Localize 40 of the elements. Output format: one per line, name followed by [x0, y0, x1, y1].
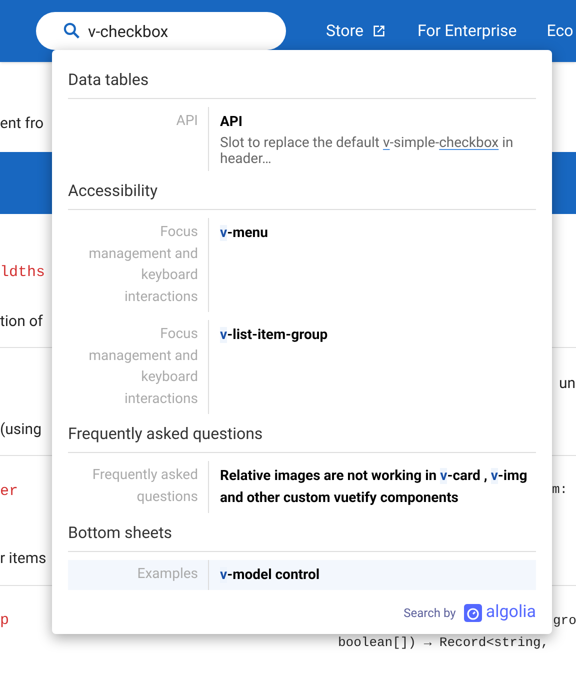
result-category: Focus management and keyboard interactions [88, 223, 199, 306]
code-text: m: [552, 482, 568, 497]
result-snippet: Slot to replace the default v-simple-checkbox in header… [220, 135, 514, 167]
page-text: r items [0, 549, 46, 567]
result-item[interactable]: Frequently asked questions Relative images are not working in v-card , v-img and other custom vuetify components [68, 461, 536, 513]
nav-link[interactable]: Eco [546, 19, 574, 43]
code-text: gro [553, 613, 576, 628]
nav-link[interactable]: Store [326, 19, 388, 43]
algolia-logo-link[interactable]: algolia [464, 600, 536, 626]
external-link-icon [371, 23, 388, 39]
code-text: boolean[]) → Record<string, [338, 635, 549, 650]
result-title: v-menu [220, 224, 269, 243]
search-icon [62, 21, 82, 41]
code-text: er [0, 483, 18, 500]
result-title: Relative images are not working in v-card , v-img and other custom vuetify components [220, 467, 528, 508]
result-category: Examples [136, 565, 199, 584]
result-category: Frequently asked questions [91, 466, 199, 506]
result-category: API [175, 112, 199, 131]
code-text: p [0, 612, 10, 629]
result-title: v-list-item-group [220, 326, 329, 345]
search-field[interactable]: v-checkbox [36, 12, 286, 50]
result-title: API [220, 113, 244, 132]
search-by-label: Search by [404, 604, 456, 622]
stopwatch-icon [464, 604, 482, 622]
section-heading: Frequently asked questions [68, 422, 536, 453]
section-heading: Accessibility [68, 179, 536, 210]
result-item[interactable]: Focus management and keyboard interactions v-list-item-group [68, 320, 536, 414]
section-heading: Bottom sheets [68, 521, 536, 552]
result-category: Focus management and keyboard interactions [88, 325, 199, 408]
page-text: tion of [0, 312, 43, 330]
page-text: (using [0, 420, 42, 438]
page-text: un [559, 374, 576, 392]
result-item[interactable]: API API Slot to replace the default v-simple-checkbox in header… [68, 107, 536, 171]
result-title: v-model control [220, 566, 321, 585]
page-text: ent fro [0, 114, 44, 132]
nav-link[interactable]: For Enterprise [417, 19, 517, 43]
code-text: ldths [0, 264, 46, 281]
section-heading: Data tables [68, 68, 536, 99]
result-item[interactable]: Examples v-model control [68, 560, 536, 590]
result-item[interactable]: Focus management and keyboard interactions v-menu [68, 218, 536, 312]
